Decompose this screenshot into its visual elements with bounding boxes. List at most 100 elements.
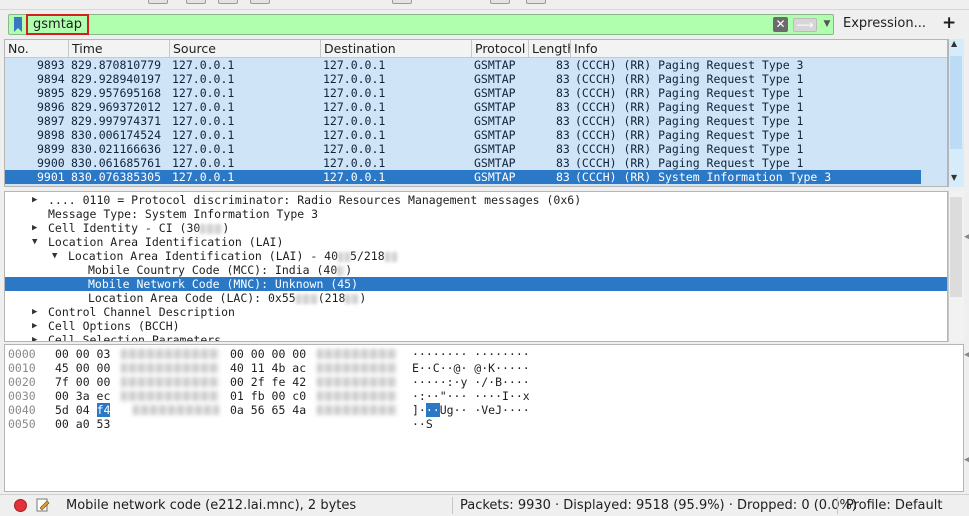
column-header-info[interactable]: Info: [571, 40, 947, 58]
expand-right-icon[interactable]: ▶: [32, 333, 37, 341]
edit-comment-icon[interactable]: [36, 498, 50, 512]
expand-down-icon[interactable]: ▼: [52, 249, 57, 263]
packet-cell-no: 9893: [37, 58, 65, 72]
toolbar-button[interactable]: [186, 0, 206, 4]
packet-row[interactable]: 9900 830.061685761 127.0.0.1 127.0.0.1 GSMTA…: [5, 156, 921, 170]
packet-row[interactable]: 9894 829.928940197 127.0.0.1 127.0.0.1 GSMTA…: [5, 72, 921, 86]
bookmark-icon[interactable]: [13, 17, 23, 32]
packet-row[interactable]: 9893 829.870810779 127.0.0.1 127.0.0.1 GSMTA…: [5, 58, 921, 72]
toolbar-button[interactable]: [148, 0, 168, 4]
details-scrollbar[interactable]: [948, 191, 964, 342]
packet-cell-dst: 127.0.0.1: [323, 58, 386, 72]
packet-row[interactable]: 9897 829.997974371 127.0.0.1 127.0.0.1 GSMTA…: [5, 114, 921, 128]
packet-cell-len: 83: [556, 58, 570, 72]
detail-label: Location Area Identification (LAI): [48, 235, 284, 249]
detail-row[interactable]: Message Type: System Information Type 3: [5, 207, 947, 221]
hex-row[interactable]: 0000 00 00 03 00 00 00 00 ········ ········: [5, 347, 605, 361]
clear-filter-icon[interactable]: ✕: [773, 17, 788, 32]
add-filter-button[interactable]: +: [942, 13, 956, 33]
packet-cell-src: 127.0.0.1: [172, 86, 235, 100]
redacted-bytes: [121, 377, 219, 387]
packet-cell-time: 830.021166636: [71, 142, 162, 156]
packet-cell-proto: GSMTAP: [474, 128, 516, 142]
packet-cell-info: (CCCH) (RR) Paging Request Type 1: [575, 86, 804, 100]
packet-row[interactable]: 9899 830.021166636 127.0.0.1 127.0.0.1 GSMTA…: [5, 142, 921, 156]
packet-cell-proto: GSMTAP: [474, 142, 516, 156]
ascii-highlight[interactable]: ··: [425, 403, 440, 417]
detail-row[interactable]: ▶ Cell Options (BCCH): [5, 319, 947, 333]
expand-down-icon[interactable]: ▼: [32, 235, 37, 249]
packet-cell-time: 829.957695168: [71, 86, 162, 100]
scroll-up-icon[interactable]: ▲: [951, 39, 957, 48]
packet-cell-src: 127.0.0.1: [172, 142, 235, 156]
hex-bytes: 7f 00 00: [55, 375, 110, 389]
column-header-source[interactable]: Source: [170, 40, 321, 58]
scrollbar-thumb[interactable]: [950, 197, 962, 297]
column-header-no[interactable]: No.: [5, 40, 69, 58]
column-header-time[interactable]: Time: [69, 40, 170, 58]
expression-button[interactable]: Expression...: [843, 16, 926, 31]
packet-cell-src: 127.0.0.1: [172, 72, 235, 86]
column-header-destination[interactable]: Destination: [321, 40, 472, 58]
display-filter-input[interactable]: gsmtap ✕ ⟶ ▼: [8, 14, 834, 35]
hex-row[interactable]: 0030 00 3a ec 01 fb 00 c0 ·:··"··· ····I··x: [5, 389, 605, 403]
ascii-text: ]·: [412, 403, 426, 417]
hex-offset: 0050: [8, 417, 36, 431]
packet-row[interactable]: 9896 829.969372012 127.0.0.1 127.0.0.1 GSMTA…: [5, 100, 921, 114]
packet-details-tree[interactable]: ▶ .... 0110 = Protocol discriminator: Rad…: [4, 191, 948, 342]
toolbar-button[interactable]: [218, 0, 238, 4]
hex-offset: 0030: [8, 389, 36, 403]
status-profile[interactable]: Profile: Default: [846, 498, 942, 513]
detail-label: Cell Selection Parameters: [48, 333, 222, 342]
detail-row[interactable]: ▶ Cell Selection Parameters: [5, 333, 947, 342]
packet-cell-no: 9902: [37, 184, 65, 186]
hex-row[interactable]: 0020 7f 00 00 00 2f fe 42 ·····:·y ·/·B····: [5, 375, 605, 389]
ascii-bytes: E··C··@· @·K·····: [412, 361, 530, 375]
column-header-length[interactable]: Length: [529, 40, 571, 58]
packet-cell-proto: GSMTAP: [474, 58, 516, 72]
expand-right-icon[interactable]: ▶: [32, 305, 37, 319]
toolbar-button[interactable]: [250, 0, 270, 4]
expand-right-icon[interactable]: ▶: [32, 193, 37, 207]
hex-bytes: 00 2f fe 42: [230, 375, 307, 389]
expert-info-icon[interactable]: [14, 499, 27, 512]
packet-row[interactable]: 9901 830.076385305 127.0.0.1 127.0.0.1 GSMTA…: [5, 170, 921, 184]
expand-right-icon[interactable]: ▶: [32, 319, 37, 333]
packet-bytes-pane[interactable]: 0000 00 00 03 00 00 00 00 ········ ········…: [4, 344, 964, 492]
detail-row[interactable]: ▶ Control Channel Description: [5, 305, 947, 319]
detail-row[interactable]: Mobile Network Code (MNC): Unknown (45): [5, 277, 947, 291]
hex-row[interactable]: 0040 5d 04 f4 0a 56 65 4a]···Ug·· ·VeJ····: [5, 403, 605, 417]
detail-row[interactable]: ▼ Location Area Identification (LAI): [5, 235, 947, 249]
detail-label: Message Type: System Information Type 3: [48, 207, 319, 221]
detail-row[interactable]: Mobile Country Code (MCC): India (40): [5, 263, 947, 277]
packet-cell-info: (CCCH) (RR) Paging Request Type 1: [575, 156, 804, 170]
toolbar-button[interactable]: [526, 0, 546, 4]
packet-row[interactable]: 9898 830.006174524 127.0.0.1 127.0.0.1 GSMTA…: [5, 128, 921, 142]
scroll-down-icon[interactable]: ▼: [951, 173, 957, 182]
hex-bytes: 00 a0 53: [55, 417, 110, 431]
detail-label: Cell Identity - CI (30: [48, 221, 201, 235]
toolbar-button[interactable]: [392, 0, 412, 4]
scrollbar-thumb[interactable]: [950, 56, 962, 149]
apply-filter-icon[interactable]: ⟶: [793, 18, 817, 32]
packet-row[interactable]: 9902 830.110240184 127.0.0.1 127.0.0.1 GSMTA…: [5, 184, 921, 186]
filter-text[interactable]: gsmtap: [26, 14, 90, 35]
packet-list-scrollbar[interactable]: ▲ ▼: [948, 39, 964, 187]
detail-row[interactable]: Location Area Code (LAC): 0x55 (218): [5, 291, 947, 305]
hex-row[interactable]: 0050 00 a0 53 ··S: [5, 417, 605, 431]
detail-row[interactable]: ▼ Location Area Identification (LAI) - 40…: [5, 249, 947, 263]
column-header-protocol[interactable]: Protocol: [472, 40, 529, 58]
detail-row[interactable]: ▶ .... 0110 = Protocol discriminator: Rad…: [5, 193, 947, 207]
hex-bytes: 01 fb 00 c0: [230, 389, 307, 403]
packet-cell-dst: 127.0.0.1: [323, 86, 386, 100]
expand-right-icon[interactable]: ▶: [32, 221, 37, 235]
redacted-bytes: [317, 405, 397, 415]
detail-row[interactable]: ▶ Cell Identity - CI (30): [5, 221, 947, 235]
toolbar-button[interactable]: [490, 0, 510, 4]
hex-byte-highlight[interactable]: f4: [96, 403, 111, 417]
packet-row[interactable]: 9895 829.957695168 127.0.0.1 127.0.0.1 GSMTA…: [5, 86, 921, 100]
hex-bytes-text: 00 00 03: [55, 347, 111, 361]
chevron-down-icon[interactable]: ▼: [821, 17, 833, 32]
hex-row[interactable]: 0010 45 00 00 40 11 4b ac E··C··@· @·K·····: [5, 361, 605, 375]
packet-list[interactable]: No. Time Source Destination Protocol Len…: [4, 39, 948, 187]
